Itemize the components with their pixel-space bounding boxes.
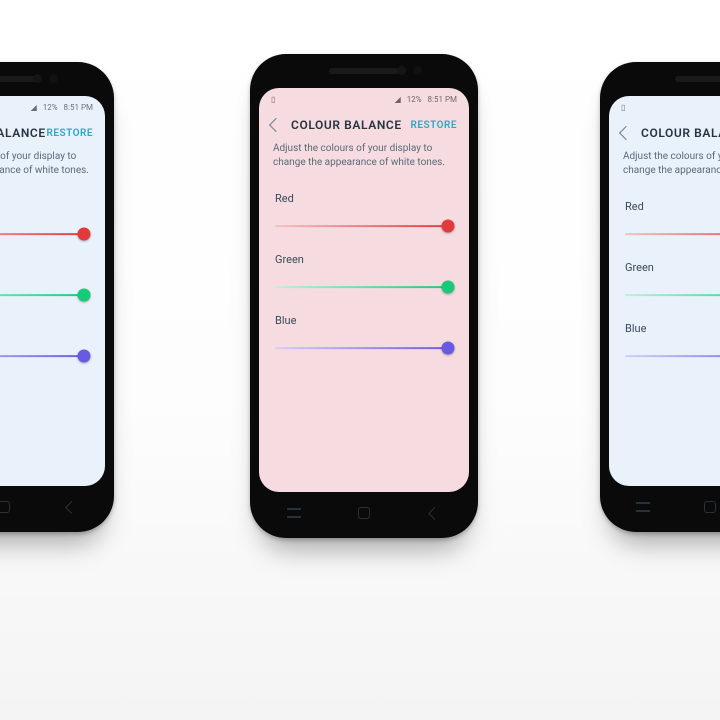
phone-center: ▯ ◢ 12% 8:51 PM COLOUR BALANCE RESTORE A… [250, 54, 478, 538]
slider-track [0, 355, 89, 357]
slider-thumb[interactable] [77, 228, 90, 241]
slider-thumb[interactable] [441, 220, 454, 233]
status-bar: ▯ ◢ 12% 8:51 PM [259, 88, 469, 110]
signal-icon: ◢ [31, 103, 37, 112]
phone-screen: ▯ ◢ 12% 8:51 PM COLOUR BALANCE RESTORE A… [609, 96, 720, 486]
slider-group-green: Green [0, 249, 105, 310]
nav-bar [609, 494, 720, 520]
front-camera-icon [413, 66, 422, 75]
product-photo: ▯ ◢ 12% 8:51 PM COLOUR BALANCE RESTORE A… [0, 0, 720, 720]
description-text: Adjust the colours of your display to ch… [259, 136, 469, 180]
slider-group-green: Green [259, 241, 469, 302]
slider-label-blue: Blue [275, 314, 453, 327]
nav-recent-icon[interactable] [287, 506, 301, 520]
page-title: COLOUR BALANCE [0, 126, 47, 140]
slider-group-blue: Blue [0, 310, 105, 371]
nav-home-icon[interactable] [357, 506, 371, 520]
slider-track [625, 355, 720, 357]
back-icon[interactable] [269, 118, 283, 132]
slider-track [0, 294, 89, 296]
app-bar: COLOUR BALANCE RESTORE [0, 118, 105, 144]
slider-label-green: Green [0, 261, 89, 274]
nav-bar [0, 494, 105, 520]
red-slider[interactable] [275, 217, 453, 235]
status-bar: ▯ ◢ 12% 8:51 PM [0, 96, 105, 118]
description-text: Adjust the colours of your display to ch… [0, 144, 105, 188]
slider-track [0, 233, 89, 235]
phone-screen: ▯ ◢ 12% 8:51 PM COLOUR BALANCE RESTORE A… [259, 88, 469, 492]
blue-slider[interactable] [275, 339, 453, 357]
phone-screen: ▯ ◢ 12% 8:51 PM COLOUR BALANCE RESTORE A… [0, 96, 105, 486]
signal-icon: ◢ [395, 95, 401, 104]
clock-text: 8:51 PM [428, 95, 457, 104]
back-icon[interactable] [619, 126, 633, 140]
app-bar: COLOUR BALANCE RESTORE [609, 118, 720, 144]
slider-track [625, 233, 720, 235]
status-bar: ▯ ◢ 12% 8:51 PM [609, 96, 720, 118]
slider-label-red: Red [275, 192, 453, 205]
slider-group-green: Green [609, 249, 720, 310]
nav-back-icon[interactable] [64, 500, 78, 514]
slider-group-blue: Blue [259, 302, 469, 363]
slider-group-red: Red [609, 188, 720, 249]
slider-thumb[interactable] [441, 281, 454, 294]
app-bar: COLOUR BALANCE RESTORE [259, 110, 469, 136]
red-slider[interactable] [0, 225, 89, 243]
slider-thumb[interactable] [77, 289, 90, 302]
phone-left: ▯ ◢ 12% 8:51 PM COLOUR BALANCE RESTORE A… [0, 62, 114, 532]
nav-back-icon[interactable] [427, 506, 441, 520]
status-notif-icon: ▯ [621, 103, 625, 112]
battery-text: 12% [407, 95, 422, 104]
slider-group-red: Red [259, 180, 469, 241]
slider-track [275, 347, 453, 349]
nav-bar [259, 500, 469, 526]
description-text: Adjust the colours of your display to ch… [609, 144, 720, 188]
slider-label-blue: Blue [625, 322, 720, 335]
slider-label-red: Red [625, 200, 720, 213]
slider-group-red: Red [0, 188, 105, 249]
nav-home-icon[interactable] [0, 500, 11, 514]
slider-thumb[interactable] [441, 342, 454, 355]
phone-right: ▯ ◢ 12% 8:51 PM COLOUR BALANCE RESTORE A… [600, 62, 720, 532]
nav-home-icon[interactable] [703, 500, 717, 514]
slider-track [625, 294, 720, 296]
battery-text: 12% [43, 103, 58, 112]
page-title: COLOUR BALANCE [641, 126, 720, 140]
slider-label-red: Red [0, 200, 89, 213]
blue-slider[interactable] [0, 347, 89, 365]
nav-recent-icon[interactable] [636, 500, 650, 514]
slider-label-green: Green [625, 261, 720, 274]
slider-label-green: Green [275, 253, 453, 266]
blue-slider[interactable] [625, 347, 720, 365]
restore-button[interactable]: RESTORE [47, 128, 94, 139]
slider-group-blue: Blue [609, 310, 720, 371]
clock-text: 8:51 PM [64, 103, 93, 112]
page-title: COLOUR BALANCE [291, 118, 411, 132]
slider-thumb[interactable] [77, 350, 90, 363]
green-slider[interactable] [275, 278, 453, 296]
slider-track [275, 225, 453, 227]
slider-label-blue: Blue [0, 322, 89, 335]
status-notif-icon: ▯ [271, 95, 275, 104]
slider-track [275, 286, 453, 288]
green-slider[interactable] [625, 286, 720, 304]
restore-button[interactable]: RESTORE [411, 120, 458, 131]
red-slider[interactable] [625, 225, 720, 243]
front-camera-icon [49, 74, 58, 83]
green-slider[interactable] [0, 286, 89, 304]
